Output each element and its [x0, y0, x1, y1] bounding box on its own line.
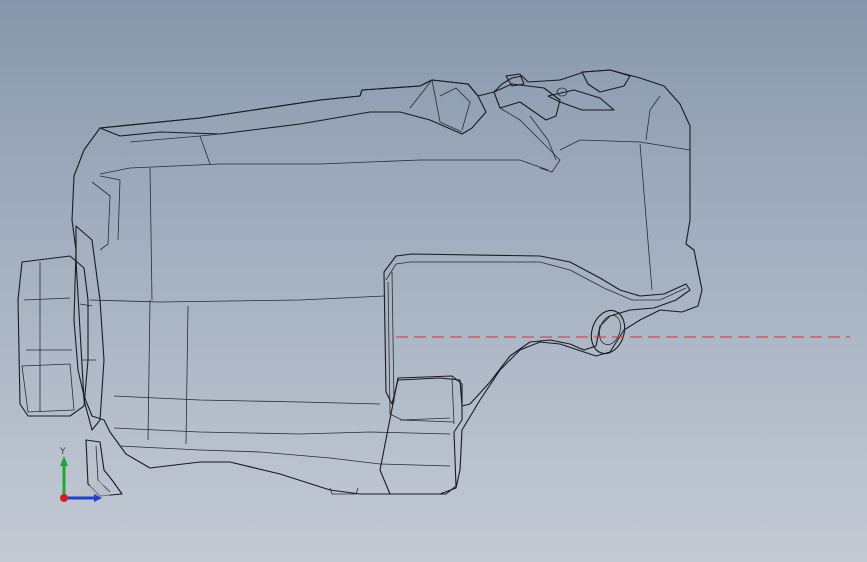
top-ridge: [99, 79, 487, 137]
left-inlet[interactable]: [17, 225, 105, 431]
graphics-viewport[interactable]: Y: [0, 0, 867, 562]
cad-model-view[interactable]: Y: [0, 0, 867, 562]
round-boss[interactable]: [586, 306, 630, 358]
axis-y-label: Y: [59, 447, 66, 457]
inset-step: [383, 253, 691, 407]
top-bracket[interactable]: [493, 83, 561, 121]
lower-tab[interactable]: [379, 375, 463, 495]
right-clip[interactable]: [581, 69, 631, 93]
